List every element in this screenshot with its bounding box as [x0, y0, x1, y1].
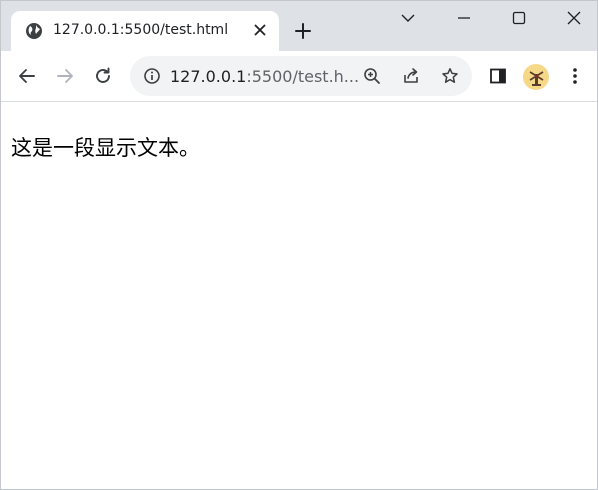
side-panel-icon: [489, 67, 507, 85]
minimize-button[interactable]: [453, 7, 475, 29]
page-body-text: 这是一段显示文本。: [11, 136, 200, 160]
chevron-down-icon: [401, 13, 415, 23]
zoom-in-icon[interactable]: [362, 66, 382, 86]
tab-title: 127.0.0.1:5500/test.html: [53, 22, 229, 38]
plus-icon: [295, 23, 311, 39]
share-icon[interactable]: [401, 66, 421, 86]
kebab-menu-icon: [572, 67, 578, 85]
tab-search-button[interactable]: [397, 7, 419, 29]
side-panel-button[interactable]: [486, 64, 510, 88]
menu-button[interactable]: [563, 64, 587, 88]
address-bar[interactable]: 127.0.0.1:5500/test.h...: [130, 56, 472, 96]
back-button[interactable]: [15, 64, 39, 88]
maximize-button[interactable]: [508, 7, 530, 29]
arrow-left-icon: [18, 67, 36, 85]
forward-button[interactable]: [53, 64, 77, 88]
star-icon[interactable]: [440, 66, 460, 86]
tab-strip: 127.0.0.1:5500/test.html: [1, 1, 597, 51]
url-host: 127.0.0.1: [170, 67, 247, 86]
url-path: :5500/test.h...: [246, 67, 360, 86]
profile-avatar-icon[interactable]: [523, 64, 549, 90]
close-window-button[interactable]: [563, 7, 585, 29]
close-icon: [567, 11, 581, 25]
info-icon[interactable]: [142, 66, 162, 86]
page-content: 这是一段显示文本。: [1, 102, 597, 489]
reload-button[interactable]: [91, 64, 115, 88]
minimize-icon: [457, 11, 471, 25]
tab-active[interactable]: 127.0.0.1:5500/test.html: [11, 11, 279, 51]
close-icon[interactable]: [249, 19, 271, 41]
maximize-icon: [512, 11, 526, 25]
reload-icon: [94, 67, 112, 85]
new-tab-button[interactable]: [291, 19, 315, 43]
globe-icon: [25, 22, 43, 40]
arrow-right-icon: [56, 67, 74, 85]
browser-window: 127.0.0.1:5500/test.html 127.0.0.1:5500/…: [0, 0, 598, 490]
toolbar: 127.0.0.1:5500/test.h...: [1, 51, 597, 102]
url-text[interactable]: 127.0.0.1:5500/test.h...: [170, 67, 359, 86]
